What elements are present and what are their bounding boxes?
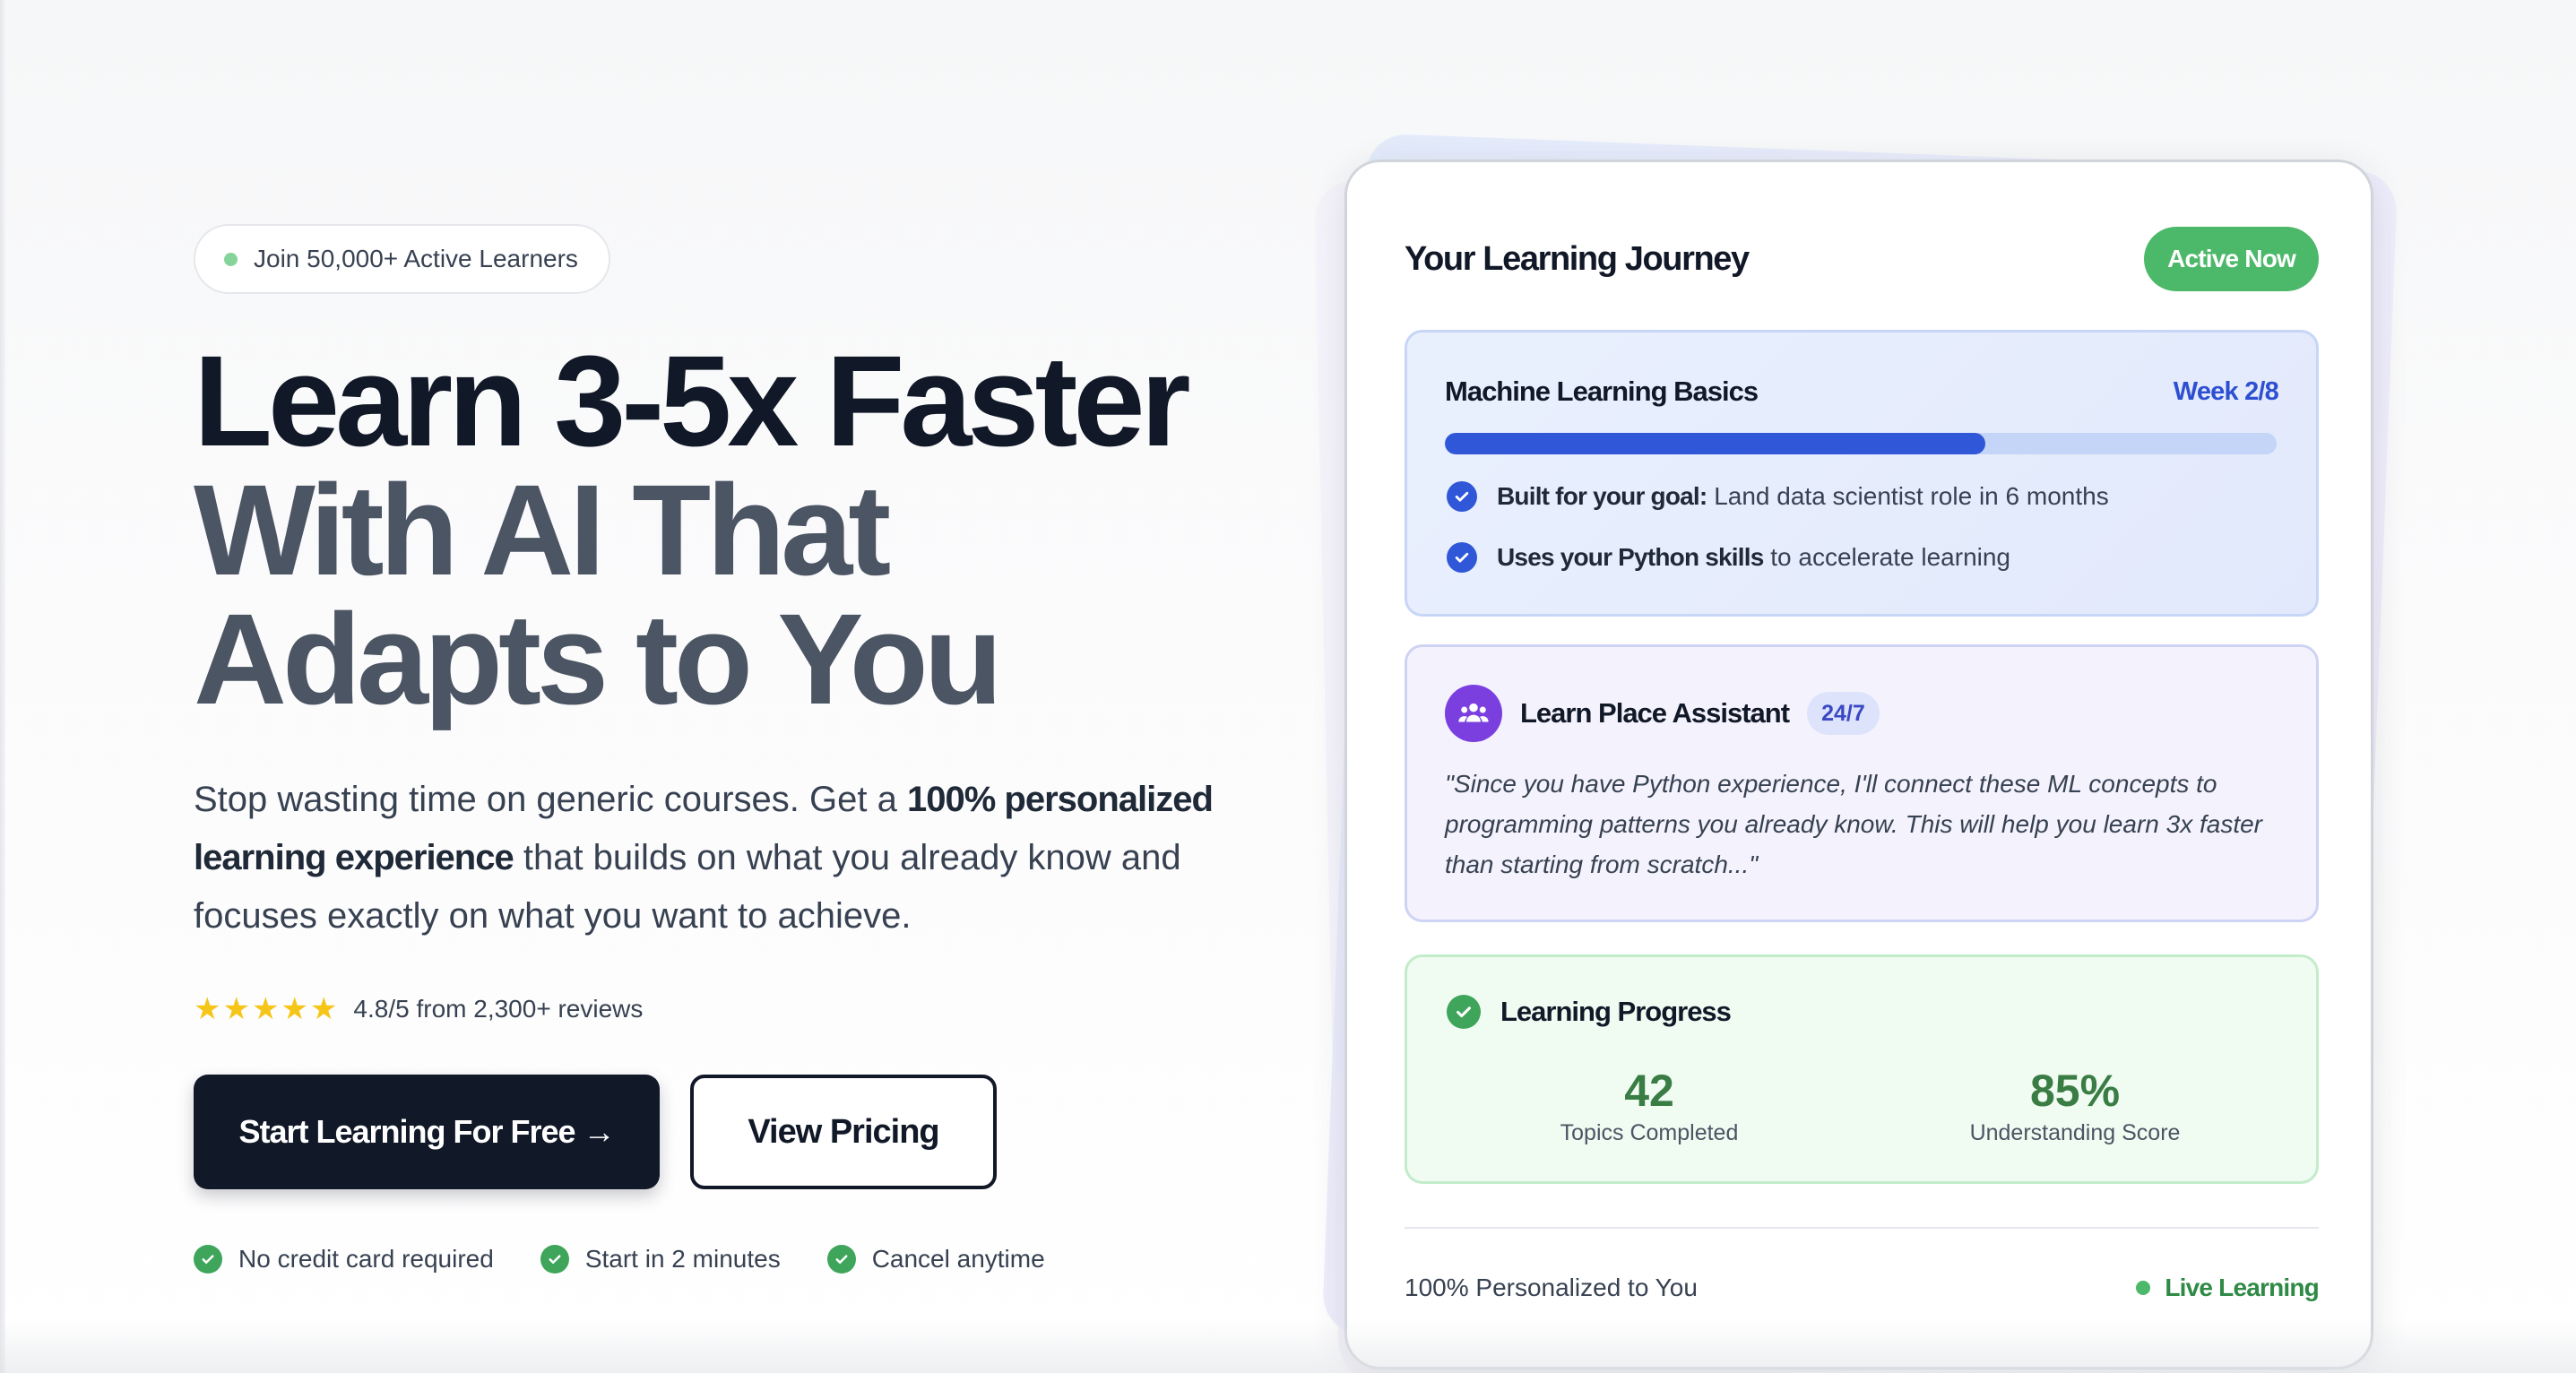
course-header: Machine Learning Basics Week 2/8: [1445, 376, 2279, 408]
assistant-quote: "Since you have Python experience, I'll …: [1445, 770, 2262, 878]
live-learning-indicator: Live Learning: [2136, 1274, 2320, 1302]
perk-text: No credit card required: [238, 1245, 494, 1273]
assistant-name: Learn Place Assistant: [1520, 697, 1790, 729]
headline-line-3: Adapts to You: [194, 587, 1003, 731]
perk-text: Cancel anytime: [871, 1245, 1045, 1273]
card-footer: 100% Personalized to You Live Learning: [1405, 1274, 2320, 1302]
star-icon: ★: [251, 992, 280, 1026]
card-divider: [1405, 1227, 2319, 1229]
course-check-rest: to accelerate learning: [1763, 543, 2011, 571]
course-progress-bar: [1445, 433, 2277, 454]
course-week: Week 2/8: [2173, 376, 2279, 406]
live-dot-icon: [2136, 1281, 2151, 1295]
course-check-goal: Built for your goal: Land data scientist…: [1447, 481, 2109, 512]
status-dot-icon: [224, 252, 238, 266]
rating-row: ★ ★ ★ ★ ★ 4.8/5 from 2,300+ reviews: [194, 994, 1251, 1024]
course-check-rest: Land data scientist role in 6 months: [1707, 482, 2109, 510]
assistant-panel[interactable]: Learn Place Assistant 24/7 "Since you ha…: [1405, 644, 2319, 922]
card-header: Your Learning Journey Active Now: [1405, 227, 2319, 291]
perk-item: Cancel anytime: [826, 1245, 1045, 1274]
assistant-availability-badge: 24/7: [1807, 692, 1880, 735]
headline-line-2: With AI That: [194, 458, 891, 602]
course-name: Machine Learning Basics: [1445, 376, 1759, 407]
course-progress-fill: [1445, 433, 1986, 454]
check-circle-icon: [540, 1245, 569, 1274]
personalized-label: 100% Personalized to You: [1405, 1274, 1698, 1301]
hero-lead-paragraph: Stop wasting time on generic courses. Ge…: [194, 771, 1233, 946]
perk-item: Start in 2 minutes: [540, 1245, 781, 1274]
check-circle-icon: [1447, 481, 1477, 512]
page-edge: [0, 0, 5, 1373]
lead-text-1: Stop wasting time on generic courses. Ge…: [194, 780, 907, 819]
card-title: Your Learning Journey: [1405, 239, 1750, 278]
perk-item: No credit card required: [194, 1245, 494, 1274]
perks-list: No credit card required Start in 2 minut…: [194, 1245, 1251, 1274]
star-icon: ★: [194, 992, 221, 1026]
cta-buttons: Start Learning For Free → View Pricing: [194, 1075, 1251, 1189]
star-icon: ★: [281, 992, 308, 1026]
learners-badge-text: Join 50,000+ Active Learners: [254, 245, 578, 272]
learners-badge: Join 50,000+ Active Learners: [194, 224, 610, 294]
topics-completed-stat: 42 Topics Completed: [1506, 1065, 1793, 1146]
perk-text: Start in 2 minutes: [584, 1245, 781, 1273]
rating-text: 4.8/5 from 2,300+ reviews: [353, 995, 644, 1023]
understanding-score-value: 85%: [2029, 1066, 2121, 1116]
check-circle-icon: [826, 1245, 856, 1274]
course-check-text: Built for your goal: Land data scientist…: [1497, 482, 2109, 511]
bottom-shade: [0, 1319, 2576, 1373]
active-now-pill[interactable]: Active Now: [2144, 227, 2319, 291]
course-check-bold: Built for your goal:: [1497, 482, 1707, 510]
hero-section: Join 50,000+ Active Learners Learn 3-5x …: [194, 224, 1251, 1274]
topics-completed-label: Topics Completed: [1560, 1120, 1739, 1145]
star-icon: ★: [222, 992, 250, 1026]
progress-title: Learning Progress: [1500, 996, 1732, 1027]
check-circle-icon: [1447, 995, 1481, 1029]
course-panel[interactable]: Machine Learning Basics Week 2/8 Built f…: [1405, 330, 2319, 617]
rating-stars: ★ ★ ★ ★ ★: [194, 994, 337, 1024]
assistant-header: Learn Place Assistant 24/7: [1445, 685, 1880, 742]
course-check-bold: Uses your Python skills: [1497, 543, 1764, 571]
progress-header: Learning Progress: [1447, 995, 1732, 1029]
headline-line-1: Learn 3-5x Faster: [194, 329, 1191, 473]
check-circle-icon: [194, 1245, 222, 1274]
star-icon: ★: [309, 992, 338, 1026]
view-pricing-button[interactable]: View Pricing: [690, 1075, 997, 1189]
start-learning-button[interactable]: Start Learning For Free →: [194, 1075, 660, 1189]
learning-journey-card: Your Learning Journey Active Now Machine…: [1344, 160, 2373, 1369]
users-group-icon: [1445, 685, 1502, 742]
course-check-skills: Uses your Python skills to accelerate le…: [1447, 542, 2010, 573]
live-learning-text: Live Learning: [2165, 1274, 2319, 1301]
understanding-score-stat: 85% Understanding Score: [1932, 1065, 2218, 1146]
topics-completed-value: 42: [1624, 1066, 1674, 1116]
course-check-text: Uses your Python skills to accelerate le…: [1497, 543, 2010, 572]
understanding-score-label: Understanding Score: [1969, 1120, 2181, 1145]
learning-progress-panel[interactable]: Learning Progress 42 Topics Completed 85…: [1405, 954, 2319, 1184]
check-circle-icon: [1447, 542, 1477, 573]
hero-headline: Learn 3-5x Faster With AI That Adapts to…: [194, 337, 1251, 724]
